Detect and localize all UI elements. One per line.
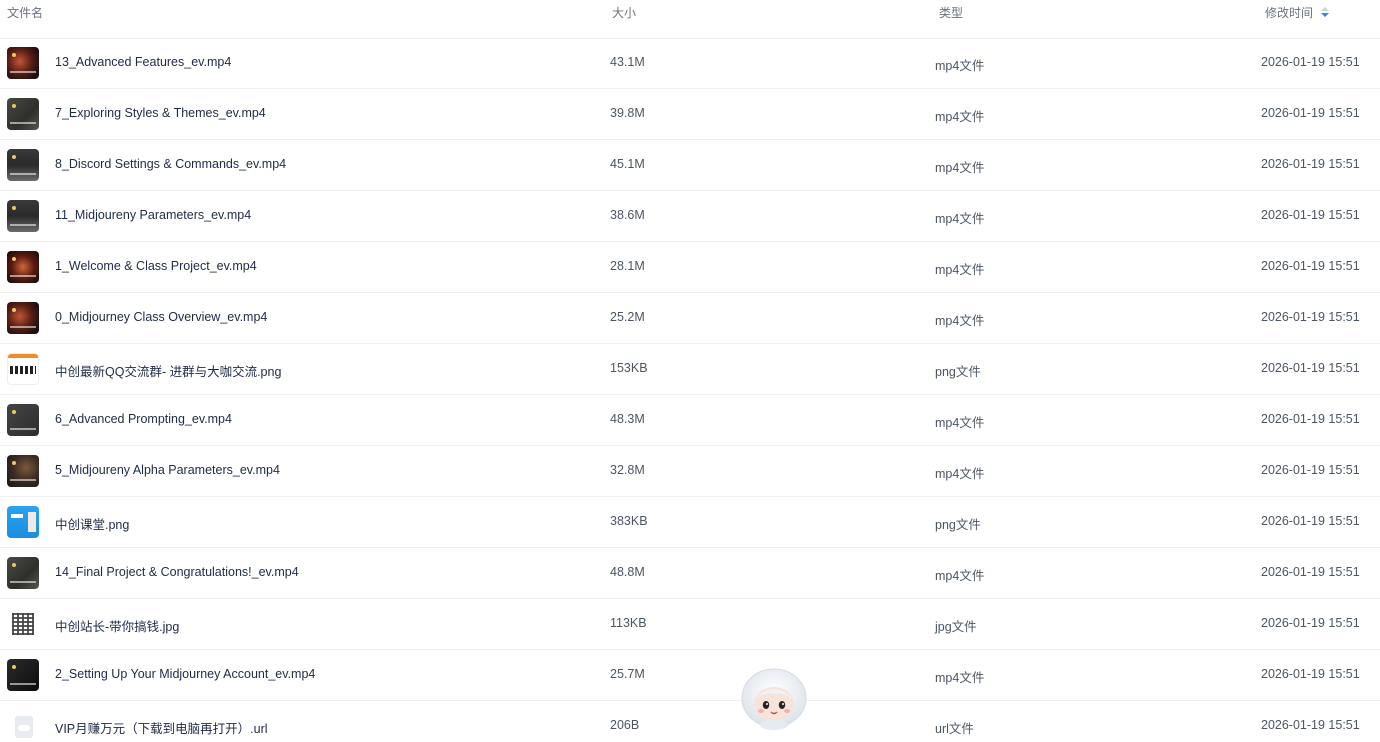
- file-modified: 2026-01-19 15:51: [1261, 310, 1360, 324]
- file-row[interactable]: 7_Exploring Styles & Themes_ev.mp4 39.8M m…: [0, 89, 1380, 140]
- column-header-name[interactable]: 文件名: [7, 6, 43, 20]
- file-modified: 2026-01-19 15:51: [1261, 259, 1360, 273]
- file-row[interactable]: 中创课堂.png 383KB png文件 2026-01-19 15:51: [0, 497, 1380, 548]
- file-modified: 2026-01-19 15:51: [1261, 667, 1360, 681]
- video-thumbnail: [7, 98, 39, 130]
- file-name[interactable]: 14_Final Project & Congratulations!_ev.m…: [55, 565, 299, 579]
- file-row[interactable]: 中创站长-带你搞钱.jpg 113KB jpg文件 2026-01-19 15:51: [0, 599, 1380, 650]
- file-size: 25.7M: [610, 667, 645, 681]
- file-row[interactable]: 1_Welcome & Class Project_ev.mp4 28.1M mp4…: [0, 242, 1380, 293]
- file-row[interactable]: 14_Final Project & Congratulations!_ev.m…: [0, 548, 1380, 599]
- file-type: url文件: [935, 722, 974, 736]
- file-name[interactable]: 0_Midjourney Class Overview_ev.mp4: [55, 310, 267, 324]
- column-header-size[interactable]: 大小: [612, 6, 636, 20]
- file-name[interactable]: 7_Exploring Styles & Themes_ev.mp4: [55, 106, 266, 120]
- video-thumbnail: [7, 404, 39, 436]
- file-size: 43.1M: [610, 55, 645, 69]
- file-row[interactable]: 中创最新QQ交流群- 进群与大咖交流.png 153KB png文件 2026-01-…: [0, 344, 1380, 395]
- file-size: 48.8M: [610, 565, 645, 579]
- file-type: mp4文件: [935, 416, 985, 430]
- file-size: 113KB: [610, 616, 647, 630]
- file-row[interactable]: 11_Midjoureny Parameters_ev.mp4 38.6M mp4文…: [0, 191, 1380, 242]
- file-type: png文件: [935, 518, 981, 532]
- file-modified: 2026-01-19 15:51: [1261, 157, 1360, 171]
- file-name[interactable]: 中创站长-带你搞钱.jpg: [55, 616, 179, 635]
- file-type: mp4文件: [935, 59, 985, 73]
- file-name[interactable]: 11_Midjoureny Parameters_ev.mp4: [55, 208, 251, 222]
- file-size: 45.1M: [610, 157, 645, 171]
- file-name[interactable]: 8_Discord Settings & Commands_ev.mp4: [55, 157, 286, 171]
- file-modified: 2026-01-19 15:51: [1261, 412, 1360, 426]
- file-name[interactable]: VIP月赚万元（下载到电脑再打开）.url: [55, 718, 268, 737]
- file-name[interactable]: 13_Advanced Features_ev.mp4: [55, 55, 231, 69]
- file-size: 153KB: [610, 361, 648, 375]
- file-size: 383KB: [610, 514, 648, 528]
- file-type: mp4文件: [935, 212, 985, 226]
- file-row[interactable]: VIP月赚万元（下载到电脑再打开）.url 206B url文件 2026-01-19…: [0, 701, 1380, 742]
- file-name[interactable]: 6_Advanced Prompting_ev.mp4: [55, 412, 232, 426]
- file-type: mp4文件: [935, 263, 985, 277]
- file-name[interactable]: 中创最新QQ交流群- 进群与大咖交流.png: [55, 361, 281, 380]
- url-file-icon: [7, 710, 39, 742]
- file-modified: 2026-01-19 15:51: [1261, 718, 1360, 732]
- file-name[interactable]: 中创课堂.png: [55, 514, 129, 533]
- file-size: 25.2M: [610, 310, 645, 324]
- file-size: 32.8M: [610, 463, 645, 477]
- video-thumbnail: [7, 557, 39, 589]
- video-thumbnail: [7, 251, 39, 283]
- file-row[interactable]: 5_Midjoureny Alpha Parameters_ev.mp4 32.8…: [0, 446, 1380, 497]
- file-modified: 2026-01-19 15:51: [1261, 106, 1360, 120]
- file-modified: 2026-01-19 15:51: [1261, 55, 1360, 69]
- file-type: mp4文件: [935, 110, 985, 124]
- sort-desc-icon[interactable]: [1321, 7, 1330, 19]
- column-header-modified[interactable]: 修改时间: [1265, 6, 1330, 20]
- video-thumbnail: [7, 455, 39, 487]
- file-name[interactable]: 5_Midjoureny Alpha Parameters_ev.mp4: [55, 463, 280, 477]
- file-size: 39.8M: [610, 106, 645, 120]
- column-header-type[interactable]: 类型: [939, 6, 963, 20]
- file-row[interactable]: 6_Advanced Prompting_ev.mp4 48.3M mp4文件 202…: [0, 395, 1380, 446]
- image-thumbnail: [7, 608, 39, 640]
- video-thumbnail: [7, 659, 39, 691]
- file-type: mp4文件: [935, 671, 985, 685]
- assistant-mascot-icon[interactable]: [739, 664, 809, 730]
- video-thumbnail: [7, 200, 39, 232]
- video-thumbnail: [7, 47, 39, 79]
- file-row[interactable]: 0_Midjourney Class Overview_ev.mp4 25.2M m…: [0, 293, 1380, 344]
- column-header-modified-label: 修改时间: [1265, 6, 1314, 20]
- video-thumbnail: [7, 302, 39, 334]
- file-type: mp4文件: [935, 569, 985, 583]
- file-type: png文件: [935, 365, 981, 379]
- file-modified: 2026-01-19 15:51: [1261, 565, 1360, 579]
- file-type: mp4文件: [935, 314, 985, 328]
- file-size: 48.3M: [610, 412, 645, 426]
- file-row[interactable]: 2_Setting Up Your Midjourney Account_ev.…: [0, 650, 1380, 701]
- file-table: 文件名 大小 类型 修改时间 13_Advanced Features_ev.m…: [0, 0, 1380, 742]
- file-row[interactable]: 13_Advanced Features_ev.mp4 43.1M mp4文件 202…: [0, 38, 1380, 89]
- file-type: mp4文件: [935, 161, 985, 175]
- file-row[interactable]: 8_Discord Settings & Commands_ev.mp4 45.1…: [0, 140, 1380, 191]
- file-type: mp4文件: [935, 467, 985, 481]
- file-name[interactable]: 1_Welcome & Class Project_ev.mp4: [55, 259, 257, 273]
- file-modified: 2026-01-19 15:51: [1261, 514, 1360, 528]
- file-modified: 2026-01-19 15:51: [1261, 616, 1360, 630]
- video-thumbnail: [7, 149, 39, 181]
- file-list: 13_Advanced Features_ev.mp4 43.1M mp4文件 202…: [0, 38, 1380, 742]
- file-modified: 2026-01-19 15:51: [1261, 361, 1360, 375]
- file-size: 28.1M: [610, 259, 645, 273]
- table-header: 文件名 大小 类型 修改时间: [0, 0, 1380, 39]
- file-modified: 2026-01-19 15:51: [1261, 463, 1360, 477]
- file-type: jpg文件: [935, 620, 977, 634]
- file-modified: 2026-01-19 15:51: [1261, 208, 1360, 222]
- file-size: 38.6M: [610, 208, 645, 222]
- image-thumbnail: [7, 506, 39, 538]
- file-size: 206B: [610, 718, 640, 732]
- file-name[interactable]: 2_Setting Up Your Midjourney Account_ev.…: [55, 667, 315, 681]
- image-thumbnail: [7, 353, 39, 385]
